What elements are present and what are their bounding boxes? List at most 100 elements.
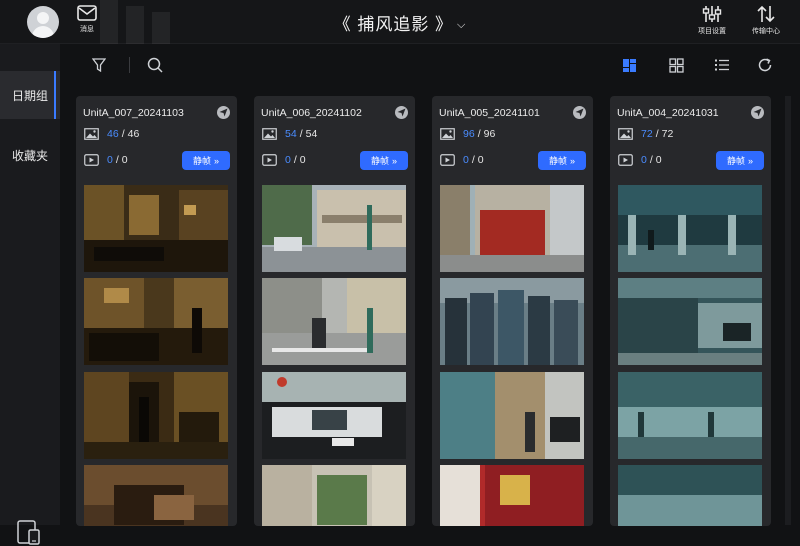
send-icon[interactable] xyxy=(751,106,764,119)
vertical-scrollbar[interactable] xyxy=(785,96,791,525)
still-frame-button[interactable]: 静帧» xyxy=(360,151,408,170)
video-icon xyxy=(440,154,455,166)
sidebar-item-date-group[interactable]: 日期组 xyxy=(0,71,60,119)
video-total: 0 xyxy=(121,154,128,166)
image-count: 72 xyxy=(641,128,653,140)
double-chevron-right-icon: » xyxy=(392,155,398,166)
toolbar-divider xyxy=(129,57,130,73)
sidebar-item-label: 收藏夹 xyxy=(11,148,48,163)
thumbnail-tree-building[interactable] xyxy=(262,465,406,526)
video-total: 0 xyxy=(655,154,662,166)
still-frame-button[interactable]: 静帧» xyxy=(716,151,764,170)
image-count: 46 xyxy=(107,128,119,140)
devices-icon[interactable] xyxy=(16,520,42,546)
video-icon xyxy=(618,154,633,166)
refresh-button[interactable] xyxy=(755,55,775,75)
sliders-icon xyxy=(702,6,722,22)
date-group-card[interactable]: UnitA_005_20241101 96/96 0/0 静帧» xyxy=(432,96,593,526)
video-count: 0 xyxy=(463,154,469,166)
project-title-dropdown[interactable]: 《 捕风追影 》 ⌵ xyxy=(0,10,800,35)
grid-view-button[interactable] xyxy=(666,55,686,75)
refresh-icon xyxy=(758,58,772,72)
date-group-card[interactable]: UnitA_007_20241103 46/46 0/0 静帧» xyxy=(76,96,237,526)
thumbnail-red-building-corner[interactable] xyxy=(440,185,584,272)
thumbnail-crosswalk-scooter[interactable] xyxy=(262,278,406,365)
thumbnail-terminal-wide[interactable] xyxy=(618,465,762,526)
send-icon[interactable] xyxy=(573,106,586,119)
image-count-row: 54/54 xyxy=(262,128,317,140)
image-icon xyxy=(440,128,455,140)
video-total: 0 xyxy=(299,154,306,166)
video-icon xyxy=(262,154,277,166)
thumbnail-toy-shop[interactable] xyxy=(440,465,584,526)
project-settings-button[interactable]: 项目设置 xyxy=(698,5,726,36)
list-view-icon xyxy=(715,59,729,71)
still-frame-label: 静帧 xyxy=(370,156,389,166)
still-frame-label: 静帧 xyxy=(192,156,211,166)
waterfall-view-button[interactable] xyxy=(619,55,639,75)
date-group-card[interactable]: UnitA_006_20241102 54/54 0/0 静帧» xyxy=(254,96,415,526)
waterfall-view-icon xyxy=(622,58,636,72)
thumbnail-terminal-interior[interactable] xyxy=(618,185,762,272)
thumbnail-tryangle-street[interactable] xyxy=(440,372,584,459)
image-total: 54 xyxy=(305,128,318,140)
thumbnail-sleeping-man-closeup[interactable] xyxy=(84,465,228,526)
send-icon[interactable] xyxy=(395,106,408,119)
page-title: 《 捕风追影 》 xyxy=(333,15,454,34)
double-chevron-right-icon: » xyxy=(748,155,754,166)
transfer-center-label: 传输中心 xyxy=(752,28,780,35)
image-count: 54 xyxy=(285,128,297,140)
send-icon[interactable] xyxy=(217,106,230,119)
image-count: 96 xyxy=(463,128,475,140)
image-total: 46 xyxy=(127,128,140,140)
video-count-row: 0/0 xyxy=(618,154,662,166)
top-bar: 消息 《 捕风追影 》 ⌵ 项目设置 传输中心 xyxy=(0,0,800,44)
image-icon xyxy=(262,128,277,140)
sidebar-item-label: 日期组 xyxy=(11,88,48,103)
search-button[interactable] xyxy=(145,55,165,75)
thumbnail-night-doorway-man[interactable] xyxy=(84,372,228,459)
grid-view-icon xyxy=(668,57,684,73)
list-view-button[interactable] xyxy=(712,55,732,75)
chevron-down-icon: ⌵ xyxy=(457,19,467,31)
thumbnail-night-alley-bikes[interactable] xyxy=(84,185,228,272)
double-chevron-right-icon: » xyxy=(214,155,220,166)
thumbnail-terminal-outside[interactable] xyxy=(618,278,762,365)
sidebar: 日期组 收藏夹 xyxy=(0,44,60,545)
transfer-center-button[interactable]: 传输中心 xyxy=(752,5,780,36)
thumbnail-group-of-men-walking[interactable] xyxy=(440,278,584,365)
thumbnail-terminal-ceiling[interactable] xyxy=(618,372,762,459)
image-icon xyxy=(618,128,633,140)
card-title: UnitA_007_20241103 xyxy=(83,107,184,119)
thumbnail-night-street-man[interactable] xyxy=(84,278,228,365)
card-title: UnitA_005_20241101 xyxy=(439,107,540,119)
thumbnail-taxi-closeup[interactable] xyxy=(262,372,406,459)
image-count-row: 72/72 xyxy=(618,128,673,140)
video-count-row: 0/0 xyxy=(84,154,128,166)
card-title: UnitA_004_20241031 xyxy=(617,107,719,119)
project-settings-label: 项目设置 xyxy=(698,28,726,35)
video-icon xyxy=(84,154,99,166)
video-count: 0 xyxy=(285,154,291,166)
sidebar-item-favorites[interactable]: 收藏夹 xyxy=(0,131,60,179)
video-total: 0 xyxy=(477,154,484,166)
toolbar xyxy=(60,44,800,86)
video-count-row: 0/0 xyxy=(262,154,306,166)
filter-button[interactable] xyxy=(89,55,109,75)
still-frame-label: 静帧 xyxy=(548,156,567,166)
still-frame-button[interactable]: 静帧» xyxy=(538,151,586,170)
video-count: 0 xyxy=(107,154,113,166)
double-chevron-right-icon: » xyxy=(570,155,576,166)
image-icon xyxy=(84,128,99,140)
video-count-row: 0/0 xyxy=(440,154,484,166)
search-icon xyxy=(147,57,163,73)
thumbnail-street-corner-car[interactable] xyxy=(262,185,406,272)
still-frame-button[interactable]: 静帧» xyxy=(182,151,230,170)
image-total: 96 xyxy=(483,128,496,140)
date-group-grid: UnitA_007_20241103 46/46 0/0 静帧» UnitA_0… xyxy=(60,86,800,526)
image-total: 72 xyxy=(661,128,674,140)
card-title: UnitA_006_20241102 xyxy=(261,107,362,119)
date-group-card[interactable]: UnitA_004_20241031 72/72 0/0 静帧» xyxy=(610,96,771,526)
image-count-row: 96/96 xyxy=(440,128,495,140)
still-frame-label: 静帧 xyxy=(726,156,745,166)
